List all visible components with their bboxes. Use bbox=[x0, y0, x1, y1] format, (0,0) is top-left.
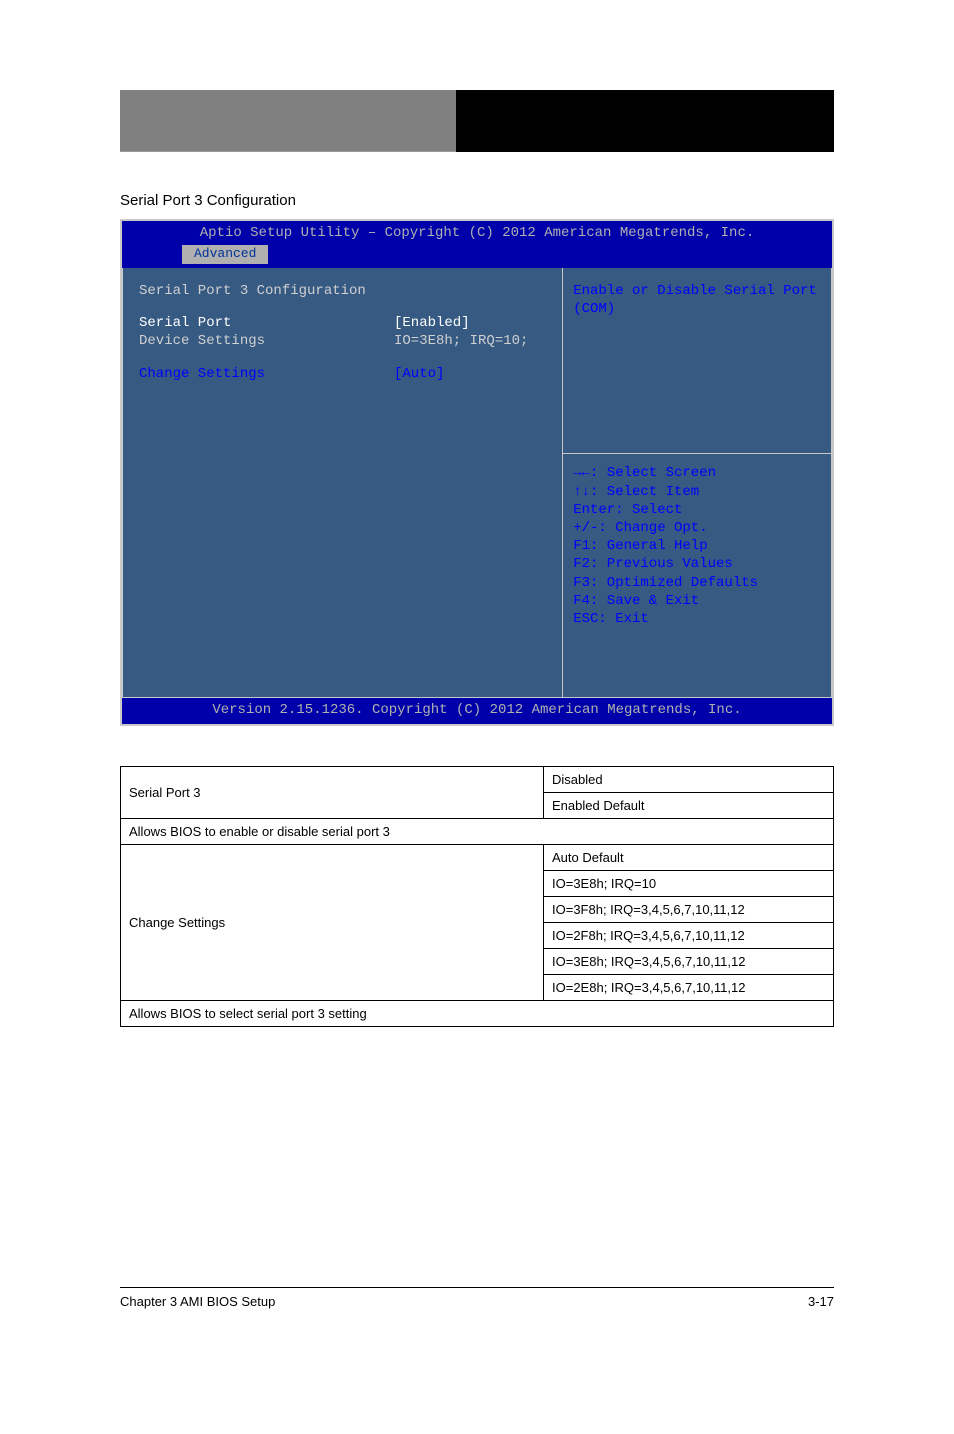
section-title: Serial Port 3 Configuration bbox=[120, 192, 834, 209]
doc-header-banner bbox=[120, 90, 834, 152]
legend-item: ↑↓: Select Item bbox=[573, 483, 821, 501]
bios-help-text: Enable or Disable Serial Port (COM) bbox=[573, 282, 821, 318]
opt-label: Serial Port 3 bbox=[121, 767, 544, 819]
bios-row-label: Device Settings bbox=[139, 332, 394, 350]
footer-right: 3-17 bbox=[808, 1294, 834, 1309]
legend-item: F2: Previous Values bbox=[573, 555, 821, 573]
bios-row-label: Serial Port bbox=[139, 314, 394, 332]
banner-right bbox=[456, 90, 834, 152]
banner-left bbox=[120, 90, 456, 152]
opt-value: Auto Default bbox=[544, 845, 834, 871]
opt-value: IO=3F8h; IRQ=3,4,5,6,7,10,11,12 bbox=[544, 897, 834, 923]
bios-screenshot: Aptio Setup Utility – Copyright (C) 2012… bbox=[120, 219, 834, 726]
options-table: Serial Port 3 Disabled Enabled Default A… bbox=[120, 766, 834, 1027]
opt-value: IO=3E8h; IRQ=3,4,5,6,7,10,11,12 bbox=[544, 949, 834, 975]
bios-help-pane: Enable or Disable Serial Port (COM) →←: … bbox=[562, 268, 832, 698]
bios-pane-title: Serial Port 3 Configuration bbox=[139, 282, 546, 300]
page-footer: Chapter 3 AMI BIOS Setup 3-17 bbox=[120, 1287, 834, 1309]
bios-legend: →←: Select Screen ↑↓: Select Item Enter:… bbox=[573, 464, 821, 628]
legend-item: Enter: Select bbox=[573, 501, 821, 519]
bios-row-serial-port[interactable]: Serial Port [Enabled] bbox=[139, 314, 546, 332]
legend-item: F4: Save & Exit bbox=[573, 592, 821, 610]
bios-footer: Version 2.15.1236. Copyright (C) 2012 Am… bbox=[122, 698, 832, 724]
table-row: Allows BIOS to select serial port 3 sett… bbox=[121, 1001, 834, 1027]
opt-value: IO=3E8h; IRQ=10 bbox=[544, 871, 834, 897]
bios-row-value: [Auto] bbox=[394, 365, 546, 383]
bios-row-value: [Enabled] bbox=[394, 314, 546, 332]
legend-item: F3: Optimized Defaults bbox=[573, 574, 821, 592]
opt-value: IO=2E8h; IRQ=3,4,5,6,7,10,11,12 bbox=[544, 975, 834, 1001]
table-row: Allows BIOS to enable or disable serial … bbox=[121, 819, 834, 845]
footer-left: Chapter 3 AMI BIOS Setup bbox=[120, 1294, 275, 1309]
opt-note: Allows BIOS to select serial port 3 sett… bbox=[121, 1001, 834, 1027]
bios-header: Aptio Setup Utility – Copyright (C) 2012… bbox=[122, 221, 832, 245]
opt-value: Disabled bbox=[544, 767, 834, 793]
legend-item: F1: General Help bbox=[573, 537, 821, 555]
legend-item: +/-: Change Opt. bbox=[573, 519, 821, 537]
legend-item: →←: Select Screen bbox=[573, 464, 821, 482]
table-row: Change Settings Auto Default bbox=[121, 845, 834, 871]
bios-row-value: IO=3E8h; IRQ=10; bbox=[394, 332, 546, 350]
bios-row-device-settings: Device Settings IO=3E8h; IRQ=10; bbox=[139, 332, 546, 350]
opt-value: IO=2F8h; IRQ=3,4,5,6,7,10,11,12 bbox=[544, 923, 834, 949]
bios-tab-advanced[interactable]: Advanced bbox=[182, 245, 268, 264]
bios-row-label: Change Settings bbox=[139, 365, 394, 383]
bios-row-change-settings[interactable]: Change Settings [Auto] bbox=[139, 365, 546, 383]
bios-tab-row: Advanced bbox=[122, 245, 832, 268]
bios-main-pane: Serial Port 3 Configuration Serial Port … bbox=[122, 268, 562, 698]
opt-value: Enabled Default bbox=[544, 793, 834, 819]
legend-item: ESC: Exit bbox=[573, 610, 821, 628]
opt-note: Allows BIOS to enable or disable serial … bbox=[121, 819, 834, 845]
opt-label: Change Settings bbox=[121, 845, 544, 1001]
table-row: Serial Port 3 Disabled bbox=[121, 767, 834, 793]
